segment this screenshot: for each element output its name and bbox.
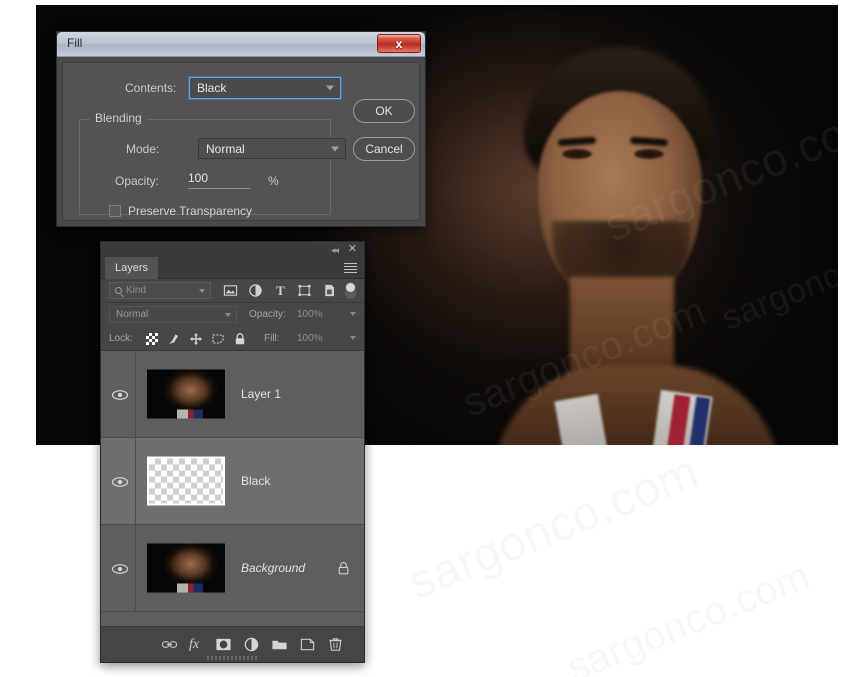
layer-visibility-icon[interactable] — [111, 388, 129, 400]
panel-menu-icon[interactable] — [344, 263, 357, 273]
delete-layer-icon[interactable] — [327, 636, 344, 653]
filter-enable-toggle[interactable] — [345, 282, 356, 299]
chevron-down-icon — [326, 85, 334, 91]
lock-all-icon[interactable] — [233, 332, 247, 346]
layer-visibility-icon[interactable] — [111, 562, 129, 574]
panel-resize-grip[interactable] — [206, 656, 259, 660]
contents-row: Contents: Black — [63, 76, 419, 101]
cancel-button[interactable]: Cancel — [353, 137, 415, 161]
mode-select[interactable]: Normal — [198, 138, 346, 159]
new-group-icon[interactable] — [271, 636, 288, 653]
link-layers-icon[interactable] — [161, 636, 178, 653]
chevron-down-icon[interactable] — [350, 312, 356, 316]
blend-mode-row: Normal Opacity: 100% — [101, 303, 364, 327]
close-icon[interactable]: x — [377, 34, 421, 53]
close-icon[interactable]: ✕ — [348, 243, 357, 255]
preserve-transparency-checkbox[interactable] — [109, 205, 121, 217]
watermark-text: sargonco.com — [401, 444, 707, 610]
double-chevron-left-icon[interactable]: ◂◂ — [331, 245, 339, 256]
preserve-transparency-row[interactable]: Preserve Transparency — [109, 204, 252, 218]
blend-mode-value: Normal — [116, 309, 149, 320]
contents-select[interactable]: Black — [188, 76, 342, 100]
opacity-value[interactable]: 100% — [297, 309, 323, 320]
filter-kind-label: Kind — [126, 285, 147, 296]
new-layer-icon[interactable] — [299, 636, 316, 653]
chevron-down-icon[interactable] — [350, 336, 356, 340]
opacity-label: Opacity: — [115, 174, 160, 188]
panel-tabbar: Layers — [101, 257, 364, 279]
fill-dialog: Fill x Contents: Black OK Cancel Blendin… — [56, 31, 426, 227]
layer-filter-row: Kind T — [101, 279, 364, 303]
lock-transparent-pixels-icon[interactable] — [145, 332, 159, 346]
lock-label: Lock: — [109, 333, 133, 344]
table-row[interactable]: Background — [101, 525, 364, 612]
lock-position-icon[interactable] — [189, 332, 203, 346]
contents-select-value: Black — [197, 81, 227, 95]
layer-visibility-icon[interactable] — [111, 475, 129, 487]
opacity-input[interactable]: 100 — [188, 171, 250, 189]
shape-layer-filter-icon[interactable] — [297, 283, 312, 298]
tab-layers[interactable]: Layers — [105, 257, 159, 279]
opacity-label: Opacity: — [249, 309, 286, 320]
panel-topbar: ◂◂ ✕ — [101, 242, 364, 257]
fill-label: Fill: — [264, 333, 280, 344]
mode-select-value: Normal — [206, 141, 245, 156]
contents-label: Contents: — [125, 81, 177, 95]
type-layer-filter-icon[interactable]: T — [273, 283, 288, 298]
lock-all-icon[interactable] — [337, 561, 350, 576]
preserve-transparency-label: Preserve Transparency — [128, 204, 253, 218]
chevron-down-icon — [331, 146, 339, 151]
table-row[interactable]: Black — [101, 438, 364, 525]
layers-panel-bottom-bar: fx — [101, 626, 364, 662]
layer-style-fx-icon[interactable]: fx — [189, 636, 206, 653]
chevron-down-icon — [225, 313, 231, 317]
layer-name[interactable]: Background — [241, 561, 305, 575]
ok-button[interactable]: OK — [353, 99, 415, 123]
smart-object-filter-icon[interactable] — [322, 283, 337, 298]
figure-eye-left — [562, 149, 592, 159]
layer-name[interactable]: Black — [241, 474, 270, 488]
mode-label: Mode: — [126, 142, 160, 156]
layer-thumbnail[interactable] — [147, 456, 225, 506]
opacity-unit: % — [268, 174, 279, 188]
blend-mode-select[interactable]: Normal — [109, 306, 237, 323]
screenshot-root: sargonco.com sargonco.com sargonco.com s… — [0, 0, 850, 677]
table-row[interactable]: Layer 1 — [101, 351, 364, 438]
dialog-body: Contents: Black OK Cancel Blending Mode:… — [62, 62, 420, 221]
adjustment-layer-icon[interactable] — [243, 636, 260, 653]
column-divider — [135, 351, 136, 437]
adjustment-layer-filter-icon[interactable] — [248, 283, 263, 298]
watermark-text: sargonco.com — [561, 553, 816, 677]
dialog-title: Fill — [67, 36, 83, 50]
pixel-layer-filter-icon[interactable] — [223, 283, 238, 298]
filter-kind-select[interactable]: Kind — [109, 282, 211, 299]
layer-mask-icon[interactable] — [215, 636, 232, 653]
layers-panel: ◂◂ ✕ Layers Kind T Normal Opacity: 100% … — [100, 241, 365, 663]
layer-thumbnail[interactable] — [147, 543, 225, 593]
layer-thumbnail[interactable] — [147, 369, 225, 419]
lock-artboard-icon[interactable] — [211, 332, 225, 346]
figure-eye-right — [634, 149, 664, 159]
fill-value[interactable]: 100% — [297, 333, 323, 344]
lock-row: Lock: Fill: 100% — [101, 327, 364, 351]
column-divider — [135, 438, 136, 524]
dialog-titlebar[interactable]: Fill x — [57, 32, 425, 57]
blending-fieldset: Blending Mode: Normal Opacity: 100 % Pre… — [79, 111, 346, 218]
layer-list: Layer 1 Black Background — [101, 351, 364, 626]
lock-image-pixels-icon[interactable] — [167, 332, 181, 346]
search-icon — [115, 287, 122, 294]
layer-name[interactable]: Layer 1 — [241, 387, 281, 401]
blending-legend: Blending — [90, 111, 147, 125]
chevron-down-icon — [199, 289, 205, 293]
column-divider — [135, 525, 136, 611]
